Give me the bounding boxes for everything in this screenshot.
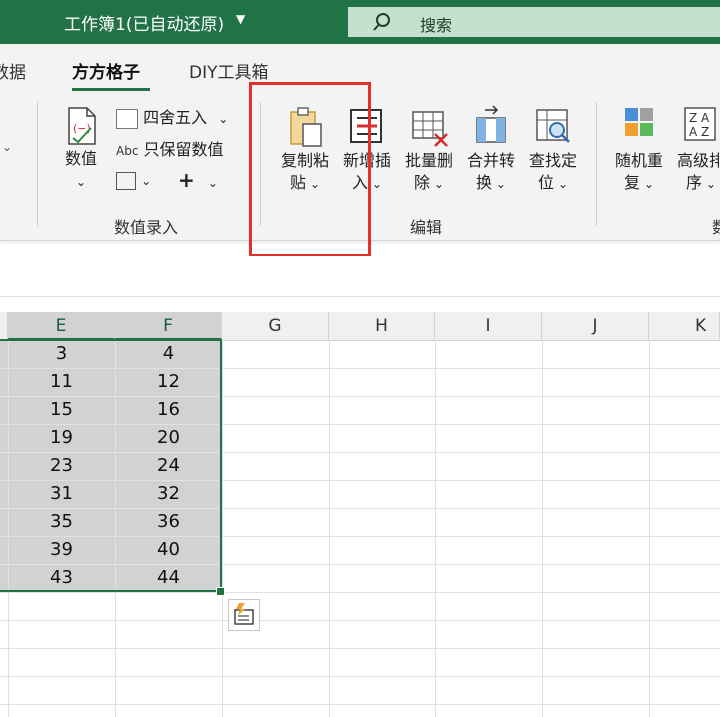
random-tiles-icon: [625, 108, 653, 136]
svg-text:(−): (−): [73, 122, 91, 135]
highlight-box: [249, 82, 371, 257]
insert-symbol-button[interactable]: + ⌄: [178, 168, 218, 192]
column-header-e[interactable]: E: [8, 312, 115, 340]
chevron-down-icon[interactable]: ▼: [236, 12, 245, 26]
abc-icon: Abc: [116, 144, 139, 158]
random-repeat-label-line1: 随机重: [614, 151, 663, 170]
random-repeat-button[interactable]: 随机重 复 ⌄: [610, 104, 668, 195]
tab-diy-toolbox[interactable]: DIY工具箱: [189, 58, 269, 83]
chevron-down-icon: ⌄: [554, 177, 568, 191]
value-button-label: 数值: [64, 149, 97, 168]
edit-format-button[interactable]: ⌄: [116, 170, 151, 190]
column-header-j[interactable]: J: [542, 312, 649, 340]
advanced-sort-label-line1: 高级排: [676, 151, 720, 170]
chevron-down-icon: ⌄: [218, 112, 229, 126]
batch-delete-label-line1: 批量删: [404, 151, 453, 170]
keep-values-label: 只保留数值: [143, 140, 224, 159]
quick-analysis-icon: [234, 603, 254, 625]
advanced-sort-button[interactable]: Z A A Z 高级排 序 ⌄: [672, 104, 720, 195]
group-label-edit: 编辑: [410, 218, 443, 237]
chevron-down-icon: ⌄: [702, 177, 716, 191]
value-format-icon: (−): [68, 107, 96, 145]
group-label-numeric-entry: 数值录入: [114, 218, 179, 237]
search-label: 搜索: [420, 16, 453, 35]
keep-values-button[interactable]: Abc 只保留数值: [116, 136, 224, 160]
column-header-k[interactable]: K: [649, 312, 720, 340]
column-header-h[interactable]: H: [329, 312, 435, 340]
quick-analysis-button[interactable]: [228, 599, 260, 631]
chevron-down-icon: ⌄: [207, 176, 218, 190]
round-label: 四舍五入: [143, 108, 208, 127]
cell-grid[interactable]: 3 4 11 12 15 16 19 20 23 24 31 32 35 36 …: [0, 339, 720, 717]
batch-delete-label-line2: 除: [414, 173, 431, 192]
group-separator: [37, 102, 38, 226]
find-grid-icon: [536, 109, 570, 143]
svg-text:A: A: [701, 111, 710, 125]
column-header-g[interactable]: G: [222, 312, 329, 340]
column-header-i[interactable]: I: [435, 312, 542, 340]
merge-convert-label-line2: 换: [476, 173, 493, 192]
group-separator: [596, 102, 597, 226]
svg-text:A: A: [689, 125, 698, 139]
batch-delete-button[interactable]: 批量删 除 ⌄: [400, 104, 458, 195]
chevron-down-icon: ⌄: [492, 177, 506, 191]
plus-icon: +: [178, 168, 195, 192]
svg-text:Z: Z: [689, 111, 697, 125]
merge-convert-button[interactable]: 合并转 换 ⌄: [462, 104, 520, 195]
find-locate-label-line1: 查找定: [528, 151, 577, 170]
round-button[interactable]: 四舍五入 ⌄: [116, 104, 228, 129]
merge-convert-label-line1: 合并转: [466, 151, 515, 170]
pencil-box-icon: [116, 171, 136, 190]
chevron-down-icon: ⌄: [430, 177, 444, 191]
find-locate-label-line2: 位: [538, 173, 555, 192]
merge-icon: [476, 105, 506, 143]
delete-grid-icon: [412, 111, 448, 147]
search-icon: [373, 13, 390, 31]
tab-fangfanggezi[interactable]: 方方格子: [72, 58, 140, 83]
round-icon: [116, 108, 138, 129]
title-bar: 工作簿1(已自动还原) ▼ 搜索: [0, 0, 720, 44]
chevron-down-icon: ⌄: [75, 175, 87, 189]
find-locate-button[interactable]: 查找定 位 ⌄: [524, 104, 582, 195]
tab-data[interactable]: 数据: [0, 58, 26, 83]
column-header-partial[interactable]: [0, 312, 8, 340]
search-box[interactable]: 搜索: [348, 7, 720, 37]
advanced-sort-label-line2: 序: [686, 173, 703, 192]
workbook-title[interactable]: 工作簿1(已自动还原): [64, 10, 224, 35]
chevron-down-icon[interactable]: ⌄: [2, 140, 12, 154]
svg-text:Z: Z: [701, 125, 709, 139]
chevron-down-icon: ⌄: [141, 174, 152, 188]
selection-border: [0, 339, 222, 592]
formula-bar-area: [0, 256, 720, 297]
active-tab-indicator: [72, 88, 150, 91]
sort-az-icon: Z A A Z: [684, 107, 716, 141]
column-header-row: E F G H I J K: [0, 312, 720, 341]
random-repeat-label-line2: 复: [624, 173, 641, 192]
column-header-f[interactable]: F: [115, 312, 222, 340]
group-label-sort: 数: [712, 214, 720, 238]
chevron-down-icon: ⌄: [640, 177, 654, 191]
fill-handle[interactable]: [216, 587, 225, 596]
value-button[interactable]: (−) 数值 ⌄: [58, 106, 104, 193]
